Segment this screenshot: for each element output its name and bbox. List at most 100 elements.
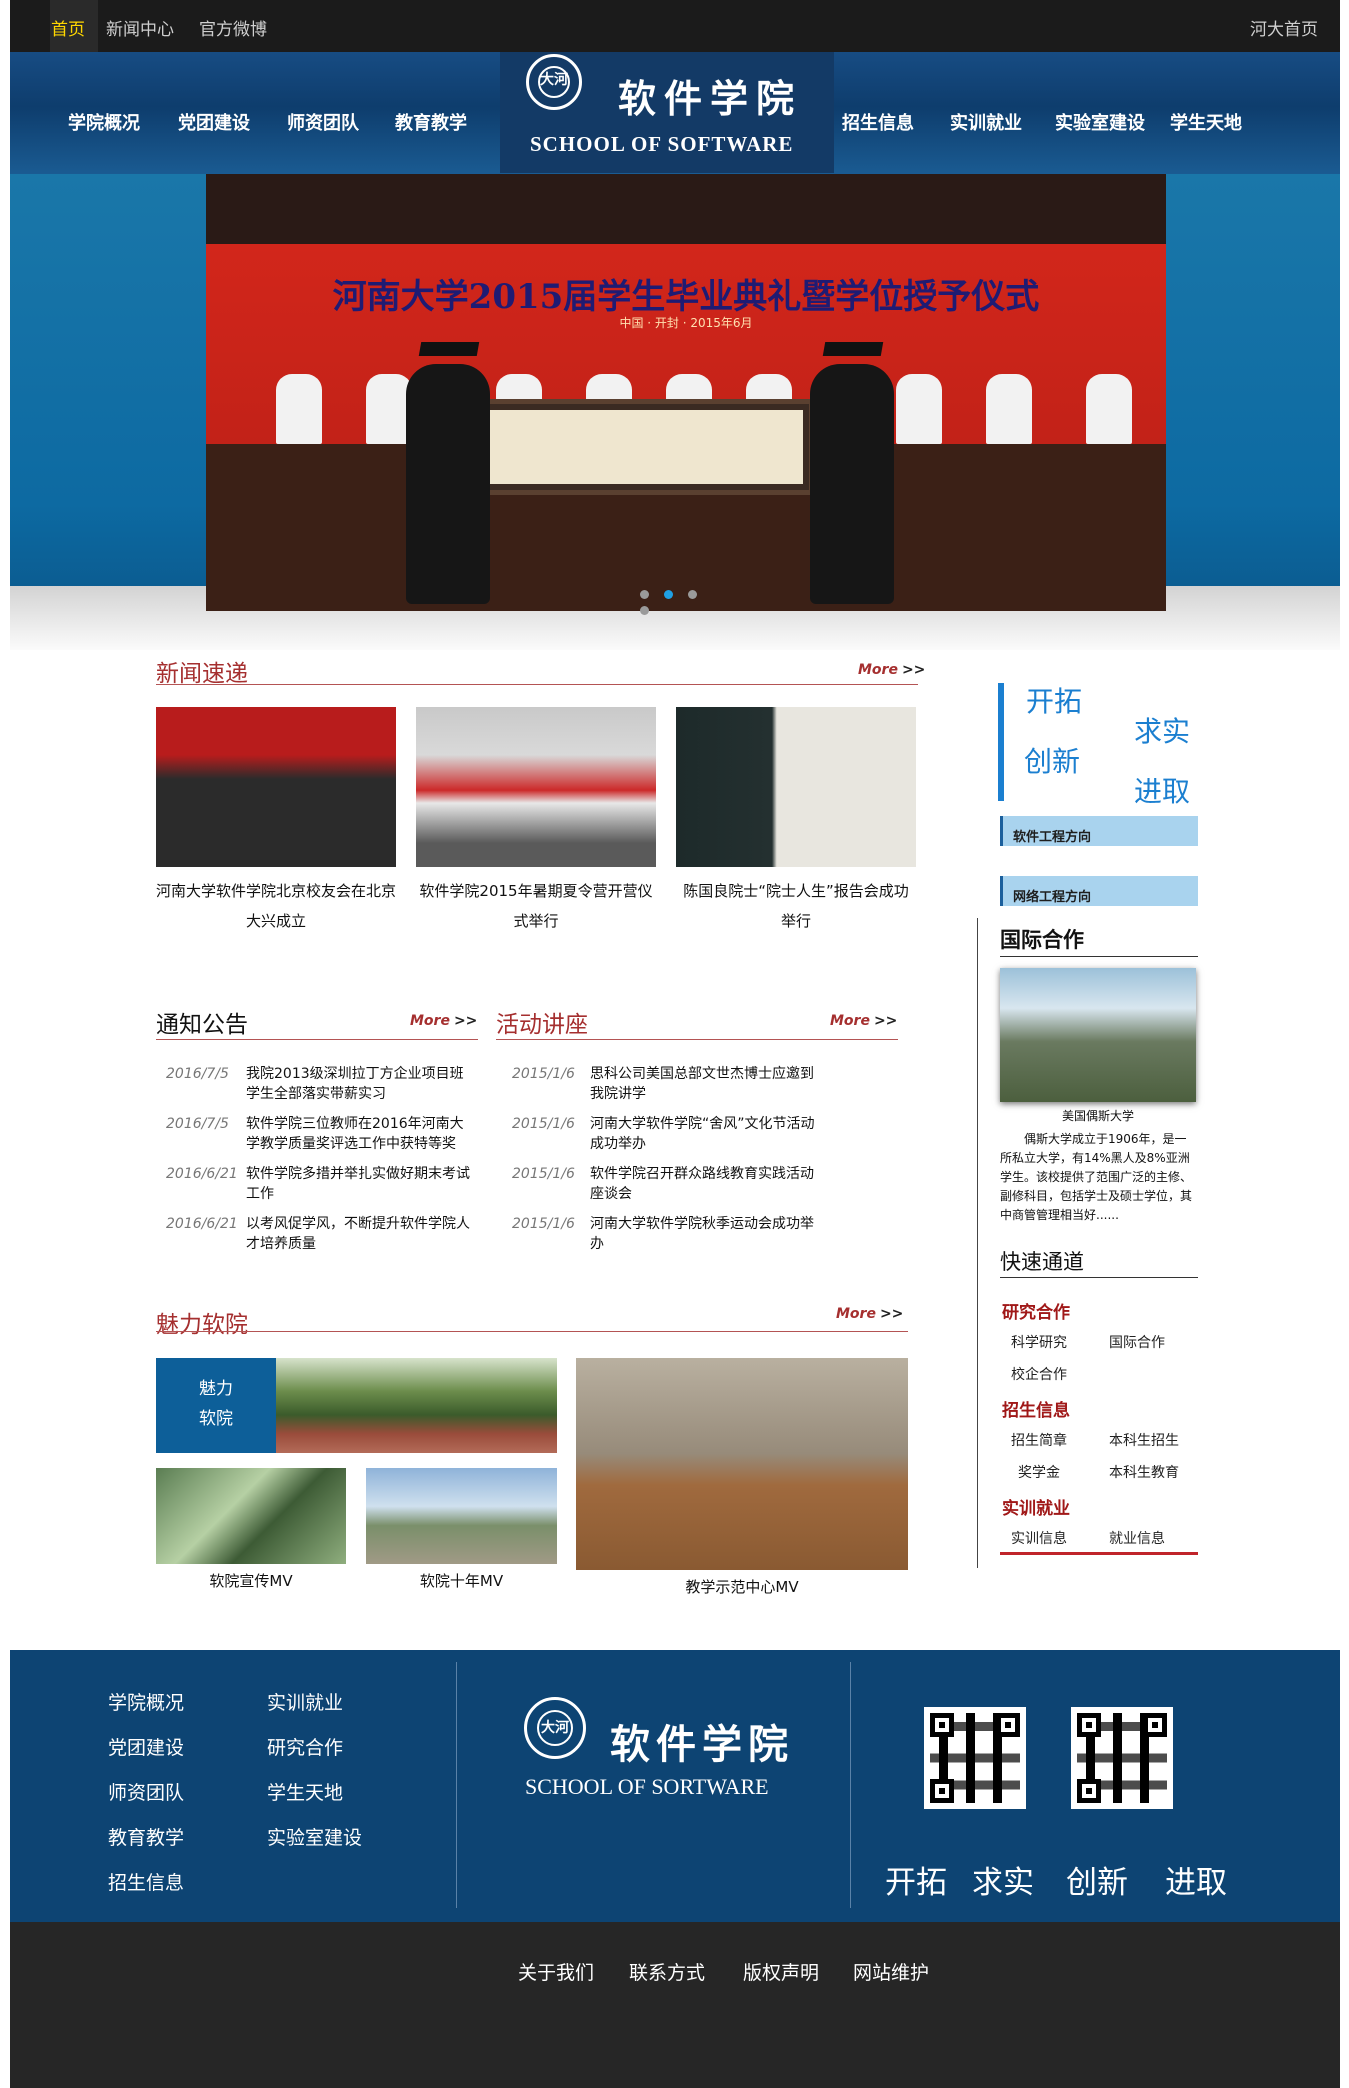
slider-dot-active[interactable] <box>664 590 673 599</box>
nav-item-employment[interactable]: 实训就业 <box>950 109 1022 135</box>
footer-link[interactable]: 学生天地 <box>267 1778 343 1805</box>
more-arrow: >> <box>873 1013 898 1029</box>
lecture-item[interactable]: 思科公司美国总部文世杰博士应邀到我院讲学 <box>590 1064 820 1104</box>
quick-link[interactable]: 校企合作 <box>1011 1364 1067 1384</box>
news-image[interactable] <box>156 707 396 867</box>
motto-word: 开拓 <box>1026 685 1083 718</box>
lecture-date: 2015/1/6 <box>512 1116 575 1132</box>
notice-item[interactable]: 我院2013级深圳拉丁方企业项目班学生全部落实带薪实习 <box>246 1064 476 1104</box>
quick-link[interactable]: 科学研究 <box>1011 1332 1067 1352</box>
news-more-link[interactable]: More >> <box>858 662 925 678</box>
notice-item[interactable]: 软件学院多措并举扎实做好期末考试工作 <box>246 1164 476 1204</box>
quick-link[interactable]: 国际合作 <box>1109 1332 1165 1352</box>
video-caption[interactable]: 教学示范中心MV <box>576 1576 908 1597</box>
footer-link[interactable]: 教育教学 <box>108 1823 184 1850</box>
video-thumbnail[interactable] <box>156 1468 346 1564</box>
lecture-item[interactable]: 河南大学软件学院秋季运动会成功举办 <box>590 1214 820 1254</box>
copyright-link[interactable]: 版权声明 <box>743 1958 819 1985</box>
news-caption[interactable]: 河南大学软件学院北京校友会在北京大兴成立 <box>156 876 396 936</box>
about-us-link[interactable]: 关于我们 <box>518 1958 594 1985</box>
news-caption[interactable]: 陈国良院士“院士人生”报告会成功举行 <box>676 876 916 936</box>
footer-link[interactable]: 实验室建设 <box>267 1823 362 1850</box>
footer-motto-word: 进取 <box>1165 1865 1227 1901</box>
more-label: More <box>836 1306 876 1322</box>
quick-link[interactable]: 本科生教育 <box>1109 1462 1179 1482</box>
nav-item-education[interactable]: 教育教学 <box>395 109 467 135</box>
direction-network-engineering[interactable]: 网络工程方向 <box>1000 876 1198 906</box>
video-thumbnail[interactable] <box>576 1358 908 1570</box>
more-label: More <box>410 1013 450 1029</box>
motto-accent-bar <box>998 683 1004 801</box>
direction-software-engineering[interactable]: 软件工程方向 <box>1000 816 1198 846</box>
quick-group-admissions[interactable]: 招生信息 <box>1002 1396 1070 1421</box>
hero-banner-title: 河南大学2015届学生毕业典礼暨学位授予仪式 <box>332 277 1040 317</box>
direction-label: 网络工程方向 <box>1013 890 1092 905</box>
hero-slide-image[interactable]: 河南大学2015届学生毕业典礼暨学位授予仪式 中国 · 开封 · 2015年6月 <box>206 174 1166 611</box>
official-weibo-link[interactable]: 官方微博 <box>199 15 267 40</box>
nav-item-party[interactable]: 党团建设 <box>178 109 250 135</box>
charm-divider <box>156 1331 908 1332</box>
footer-link[interactable]: 师资团队 <box>108 1778 184 1805</box>
lecture-date: 2015/1/6 <box>512 1216 575 1232</box>
video-thumbnail[interactable] <box>366 1468 557 1564</box>
motto-word: 创新 <box>1024 745 1081 778</box>
news-caption[interactable]: 软件学院2015年暑期夏令营开营仪式举行 <box>416 876 656 936</box>
site-maintenance-link[interactable]: 网站维护 <box>853 1958 929 1985</box>
more-label: More <box>830 1013 870 1029</box>
charm-tile: 魅力 软院 <box>156 1358 276 1453</box>
charm-section-title: 魅力软院 <box>156 1312 248 1338</box>
intl-university-image[interactable] <box>1000 968 1196 1102</box>
lecture-date: 2015/1/6 <box>512 1166 575 1182</box>
notice-item[interactable]: 以考风促学风，不断提升软件学院人才培养质量 <box>246 1214 476 1254</box>
video-caption[interactable]: 软院宣传MV <box>156 1570 346 1591</box>
quick-link[interactable]: 实训信息 <box>1011 1528 1067 1548</box>
news-center-link[interactable]: 新闻中心 <box>106 15 174 40</box>
footer-link[interactable]: 研究合作 <box>267 1733 343 1760</box>
lecture-item[interactable]: 河南大学软件学院“舍风”文化节活动成功举办 <box>590 1114 820 1154</box>
notice-item[interactable]: 软件学院三位教师在2016年河南大学教学质量奖评选工作中获特等奖 <box>246 1114 476 1154</box>
more-label: More <box>858 662 898 678</box>
lectures-more-link[interactable]: More >> <box>830 1013 897 1029</box>
quick-link[interactable]: 奖学金 <box>1018 1462 1060 1482</box>
intl-university-caption[interactable]: 美国偶斯大学 <box>1000 1107 1196 1124</box>
home-link[interactable]: 首页 <box>51 15 85 40</box>
notices-divider <box>156 1039 478 1040</box>
slider-dot[interactable] <box>688 590 697 599</box>
footer-link[interactable]: 学院概况 <box>108 1688 184 1715</box>
footer-link[interactable]: 党团建设 <box>108 1733 184 1760</box>
more-arrow: >> <box>901 662 926 678</box>
bottom-bar <box>10 1922 1340 2088</box>
qr-code-icon <box>924 1707 1026 1809</box>
footer-seal-icon: 大河 <box>524 1697 586 1759</box>
slider-dot[interactable] <box>640 606 649 615</box>
sidebar-divider <box>977 918 978 1568</box>
top-bar: 首页 新闻中心 官方微博 河大首页 <box>10 0 1340 52</box>
henu-home-link[interactable]: 河大首页 <box>1250 15 1318 40</box>
logo-chinese-title: 软件学院 <box>618 76 803 121</box>
lecture-item[interactable]: 软件学院召开群众路线教育实践活动座谈会 <box>590 1164 820 1204</box>
nav-item-overview[interactable]: 学院概况 <box>68 109 140 135</box>
intl-divider <box>1000 956 1198 957</box>
notices-more-link[interactable]: More >> <box>410 1013 477 1029</box>
notice-date: 2016/7/5 <box>166 1116 229 1132</box>
quick-link[interactable]: 本科生招生 <box>1109 1430 1179 1450</box>
quick-group-employment[interactable]: 实训就业 <box>1002 1494 1070 1519</box>
seal-text: 大河 <box>540 72 568 88</box>
footer-link[interactable]: 招生信息 <box>108 1868 184 1895</box>
footer-link[interactable]: 实训就业 <box>267 1688 343 1715</box>
footer-divider <box>456 1662 457 1908</box>
news-image[interactable] <box>416 707 656 867</box>
quick-link[interactable]: 就业信息 <box>1109 1528 1165 1548</box>
nav-item-admissions[interactable]: 招生信息 <box>842 109 914 135</box>
nav-item-students[interactable]: 学生天地 <box>1170 109 1242 135</box>
charm-more-link[interactable]: More >> <box>836 1306 903 1322</box>
video-caption[interactable]: 软院十年MV <box>366 1570 557 1591</box>
contact-link[interactable]: 联系方式 <box>629 1958 705 1985</box>
slider-dot[interactable] <box>640 590 649 599</box>
quick-link[interactable]: 招生简章 <box>1011 1430 1067 1450</box>
nav-item-faculty[interactable]: 师资团队 <box>287 109 359 135</box>
news-image[interactable] <box>676 707 916 867</box>
campus-image[interactable] <box>276 1358 557 1453</box>
quick-group-research[interactable]: 研究合作 <box>1002 1298 1070 1323</box>
nav-item-labs[interactable]: 实验室建设 <box>1055 109 1145 135</box>
